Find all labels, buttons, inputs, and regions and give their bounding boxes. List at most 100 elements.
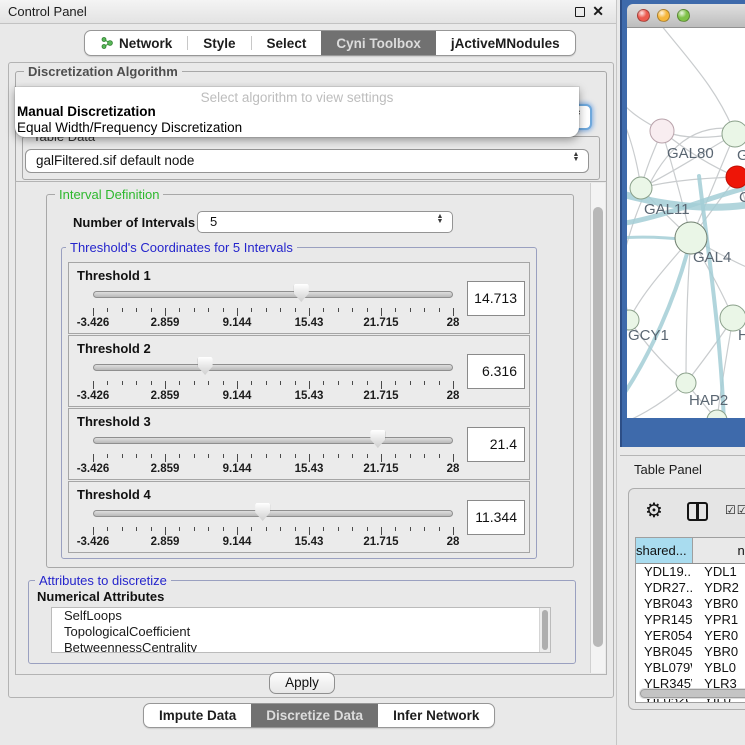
slider-thumb-icon[interactable] <box>370 430 385 448</box>
settings-scrollbar[interactable] <box>590 183 605 673</box>
tab-discretize-data[interactable]: Discretize Data <box>251 704 378 727</box>
table-cell[interactable]: YPR1 <box>692 612 745 628</box>
network-edge <box>657 28 735 134</box>
tick-mark <box>338 381 339 385</box>
threshold-slider[interactable]: -3.4262.8599.14415.4321.71528 <box>93 283 453 333</box>
slider-track[interactable] <box>93 510 453 517</box>
table-horizontal-scrollbar[interactable] <box>639 688 745 699</box>
table-cell[interactable]: YDL1 <box>692 564 745 580</box>
minimize-traffic-icon[interactable] <box>657 9 670 22</box>
network-node-gal80[interactable] <box>650 119 674 143</box>
table-cell[interactable]: YBR043C <box>636 596 692 612</box>
table-data-select[interactable]: galFiltered.sif default node ▲▼ <box>25 149 589 173</box>
tick-mark <box>151 381 152 385</box>
attributes-list-scrollbar[interactable] <box>539 608 550 652</box>
tick-mark <box>179 454 180 458</box>
network-canvas[interactable]: GAL80GACGAL11GAL4GCY1HHAP2 <box>627 28 745 418</box>
table-cell[interactable]: YDL19... <box>636 564 692 580</box>
slider-scale: -3.4262.8599.14415.4321.71528 <box>93 317 453 330</box>
scale-label: 9.144 <box>223 317 252 329</box>
num-intervals-value: 5 <box>210 214 217 229</box>
tab-infer-network[interactable]: Infer Network <box>378 704 494 727</box>
close-icon[interactable]: ✕ <box>592 3 604 20</box>
tab-label: Infer Network <box>393 708 479 723</box>
threshold-value-field[interactable]: 11.344 <box>467 500 525 535</box>
dropdown-option-manual-discretization[interactable]: Manual Discretization <box>17 104 156 119</box>
slider-ticks <box>93 453 453 462</box>
slider-track[interactable] <box>93 437 453 444</box>
column-header-shared[interactable]: shared... <box>636 538 693 563</box>
tick-mark <box>395 308 396 312</box>
table-row[interactable]: YBR045CYBR0 <box>636 644 745 660</box>
attribute-item[interactable]: TopologicalCoefficient <box>52 624 550 640</box>
dropdown-option-equal-width-frequency-discretization[interactable]: Equal Width/Frequency Discretization <box>17 120 242 135</box>
attributes-group: Attributes to discretize Numerical Attri… <box>28 580 576 664</box>
table-cell[interactable]: YER054C <box>636 628 692 644</box>
table-row[interactable]: YDR27...YDR2 <box>636 580 745 596</box>
column-header-na[interactable]: na <box>693 538 745 563</box>
slider-ticks <box>93 380 453 389</box>
attributes-list: SelfLoopsTopologicalCoefficientBetweenne… <box>51 607 551 653</box>
tab-impute-data[interactable]: Impute Data <box>144 704 251 727</box>
table-cell[interactable]: YDR27... <box>636 580 692 596</box>
table-cell[interactable]: YDR2 <box>692 580 745 596</box>
threshold-slider[interactable]: -3.4262.8599.14415.4321.71528 <box>93 429 453 479</box>
table-cell[interactable]: YBR0 <box>692 596 745 612</box>
slider-thumb-icon[interactable] <box>198 357 213 375</box>
slider-thumb-icon[interactable] <box>294 284 309 302</box>
table-cell[interactable]: YER0 <box>692 628 745 644</box>
table-row[interactable]: YER054CYER0 <box>636 628 745 644</box>
slider-thumb-icon[interactable] <box>255 503 270 521</box>
slider-track[interactable] <box>93 291 453 298</box>
attribute-item[interactable]: BetweennessCentrality <box>52 640 550 653</box>
slider-scale: -3.4262.8599.14415.4321.71528 <box>93 390 453 403</box>
table-panel-titlebar: Table Panel <box>620 455 745 483</box>
tick-mark <box>352 454 353 458</box>
tick-mark <box>410 381 411 385</box>
split-view-icon[interactable] <box>687 502 708 521</box>
threshold-value-field[interactable]: 14.713 <box>467 281 525 316</box>
tab-cyni-toolbox[interactable]: Cyni Toolbox <box>321 31 436 55</box>
tick-mark <box>309 454 310 462</box>
tick-mark <box>237 527 238 535</box>
scale-label: 9.144 <box>223 463 252 475</box>
network-view-window[interactable]: GAL80GACGAL11GAL4GCY1HHAP2 <box>620 0 745 447</box>
table-cell[interactable]: YBR0 <box>692 644 745 660</box>
tab-select[interactable]: Select <box>252 31 322 55</box>
network-node-label: C <box>739 189 745 206</box>
network-node-gal11[interactable] <box>630 177 652 199</box>
network-node-ga[interactable] <box>722 121 745 147</box>
tab-jactivemnodules[interactable]: jActiveMNodules <box>436 31 575 55</box>
slider-track[interactable] <box>93 364 453 371</box>
checkbox-icons[interactable]: ☑☑ <box>725 503 745 517</box>
num-intervals-select[interactable]: 5 ▲▼ <box>197 211 453 233</box>
attribute-item[interactable]: SelfLoops <box>52 608 550 624</box>
close-traffic-icon[interactable] <box>637 9 650 22</box>
threshold-value-field[interactable]: 21.4 <box>467 427 525 462</box>
table-cell[interactable]: YBR045C <box>636 644 692 660</box>
table-row[interactable]: YDL19...YDL1 <box>636 564 745 580</box>
tick-mark <box>251 308 252 312</box>
table-row[interactable]: YPR145WYPR1 <box>636 612 745 628</box>
network-node-hap2[interactable] <box>676 373 696 393</box>
scale-label: 28 <box>447 536 460 548</box>
threshold-value-field[interactable]: 6.316 <box>467 354 525 389</box>
tick-mark <box>453 381 454 389</box>
tick-mark <box>295 308 296 312</box>
tab-network[interactable]: Network <box>85 31 187 55</box>
tab-style[interactable]: Style <box>188 31 250 55</box>
threshold-slider[interactable]: -3.4262.8599.14415.4321.71528 <box>93 356 453 406</box>
algorithm-dropdown-popup: Select algorithm to view settings Manual… <box>15 87 579 137</box>
table-cell[interactable]: YBL079W <box>636 660 692 676</box>
table-cell[interactable]: YPR145W <box>636 612 692 628</box>
table-row[interactable]: YBR043CYBR0 <box>636 596 745 612</box>
gear-icon[interactable]: ⚙ <box>645 499 663 523</box>
network-node-c[interactable] <box>726 166 745 188</box>
attributes-group-title: Attributes to discretize <box>35 573 171 588</box>
apply-button[interactable]: Apply <box>269 672 335 694</box>
table-row[interactable]: YBL079WYBL0 <box>636 660 745 676</box>
table-cell[interactable]: YBL0 <box>692 660 745 676</box>
float-window-icon[interactable] <box>575 7 585 17</box>
zoom-traffic-icon[interactable] <box>677 9 690 22</box>
threshold-slider[interactable]: -3.4262.8599.14415.4321.71528 <box>93 502 453 552</box>
